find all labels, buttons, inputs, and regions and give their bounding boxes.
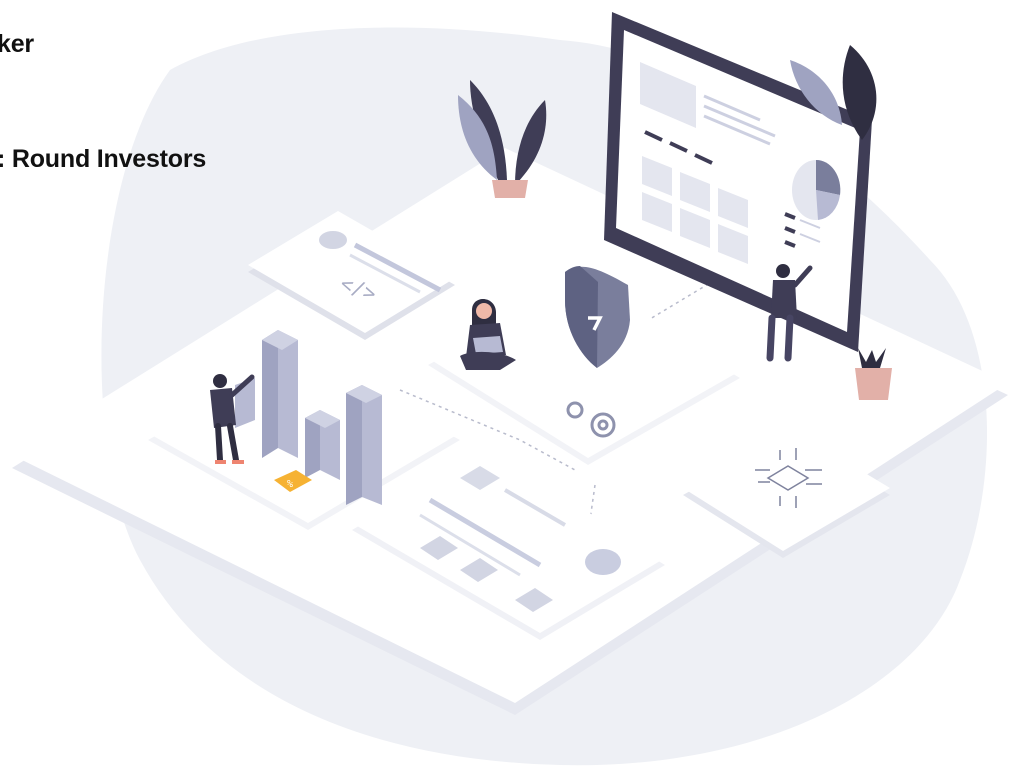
hero-illustration: </> % xyxy=(12,12,1008,766)
page-subtitle: : Round Investors xyxy=(0,145,207,173)
page-title: ker xyxy=(0,30,34,58)
pie-chart-icon xyxy=(792,159,841,220)
svg-text:%: % xyxy=(287,479,293,490)
